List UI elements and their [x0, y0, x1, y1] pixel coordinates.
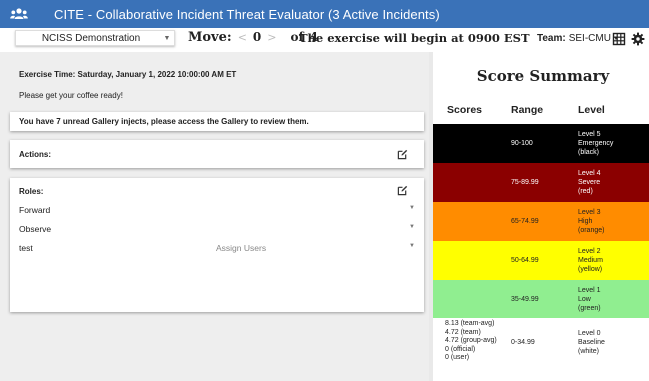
gallery-notice-text: You have 7 unread Gallery injects, pleas…: [19, 117, 309, 126]
score-row: 50-64.99 Level 2 Medium (yellow): [433, 241, 649, 280]
level-number: Level 0: [578, 330, 601, 337]
baseline-range: 0-34.99: [511, 339, 535, 346]
level-color: (green): [578, 305, 601, 312]
role-row-forward[interactable]: Forward ▼: [19, 205, 415, 215]
toolbar: NCISS Demonstration ▼ Move: < 0 > of 4 T…: [0, 28, 649, 50]
level-number: Level 3: [578, 209, 601, 216]
level-number: Level 1: [578, 287, 601, 294]
score-row: 75-89.99 Level 4 Severe (red): [433, 163, 649, 202]
score-level: Level 2 Medium (yellow): [578, 247, 603, 274]
level-number: Level 4: [578, 170, 601, 177]
role-row-test[interactable]: test Assign Users ▼: [19, 243, 415, 253]
score-row: 90-100 Level 5 Emergency (black): [433, 124, 649, 163]
level-name: Emergency: [578, 140, 614, 147]
team-select[interactable]: Team: SEI-CMU ▼: [537, 33, 619, 44]
team-label: Team:: [537, 33, 566, 44]
score-group-avg: 4.72 (group-avg): [445, 337, 497, 345]
caret-down-icon: ▼: [163, 34, 171, 42]
app-header: CITE - Collaborative Incident Threat Eva…: [0, 0, 649, 28]
scenario-select-value: NCISS Demonstration: [41, 32, 141, 44]
score-level: Level 1 Low (green): [578, 286, 601, 313]
scenario-select[interactable]: NCISS Demonstration ▼: [15, 30, 175, 46]
level-color: (white): [578, 348, 600, 355]
move-label: Move:: [188, 30, 232, 45]
score-level: Level 5 Emergency (black): [578, 130, 613, 157]
level-name: High: [578, 218, 593, 225]
edit-icon[interactable]: [397, 185, 408, 196]
gallery-notice[interactable]: You have 7 unread Gallery injects, pleas…: [10, 112, 424, 131]
score-summary-title: Score Summary: [476, 67, 610, 85]
move-next-button[interactable]: >: [267, 31, 276, 44]
level-name: Severe: [578, 179, 601, 186]
app-title: CITE - Collaborative Incident Threat Eva…: [54, 6, 440, 22]
score-official: 0 (official): [445, 345, 476, 353]
score-level: Level 4 Severe (red): [578, 169, 601, 196]
level-color: (black): [578, 149, 600, 156]
score-row-baseline: 8.13 (team-avg) 4.72 (team) 4.72 (group-…: [433, 318, 649, 368]
score-range: 75-89.99: [511, 179, 539, 186]
scores-header: Scores: [447, 104, 483, 116]
level-name: Baseline: [578, 339, 605, 346]
role-row-observe[interactable]: Observe ▼: [19, 224, 415, 234]
level-color: (yellow): [578, 266, 603, 273]
move-current: 0: [252, 30, 262, 44]
actions-card: Actions:: [10, 140, 424, 168]
score-summary-panel: Score Summary Scores Range Level 90-100 L…: [429, 52, 649, 381]
score-level: Level 3 High (orange): [578, 208, 604, 235]
caret-down-icon[interactable]: ▼: [409, 243, 415, 249]
score-team: 4.72 (team): [445, 328, 481, 336]
score-range: 35-49.99: [511, 296, 539, 303]
team-value: SEI-CMU: [568, 33, 611, 44]
score-row: 35-49.99 Level 1 Low (green): [433, 280, 649, 319]
assign-users-select[interactable]: Assign Users: [216, 243, 266, 253]
exercise-start-message: The exercise will begin at 0900 EST: [299, 31, 530, 45]
level-number: Level 2: [578, 248, 601, 255]
role-name: Observe: [19, 224, 52, 234]
caret-down-icon[interactable]: ▼: [409, 205, 415, 211]
roles-card: Roles: Forward ▼ Observe ▼ test Assign U…: [10, 178, 424, 312]
baseline-scores: 8.13 (team-avg) 4.72 (team) 4.72 (group-…: [445, 320, 497, 363]
level-color: (orange): [578, 227, 605, 234]
score-range: 90-100: [511, 140, 533, 147]
move-prev-button[interactable]: <: [238, 31, 247, 44]
level-header: Level: [578, 104, 605, 116]
level-name: Medium: [578, 257, 603, 264]
exercise-time: Exercise Time: Saturday, January 1, 2022…: [19, 70, 237, 79]
score-range: 50-64.99: [511, 257, 539, 264]
baseline-level: Level 0 Baseline (white): [578, 329, 605, 356]
exercise-message: Please get your coffee ready!: [19, 91, 123, 100]
score-range: 65-74.99: [511, 218, 539, 225]
exercise-panel: Exercise Time: Saturday, January 1, 2022…: [0, 52, 429, 381]
score-team-avg: 8.13 (team-avg): [445, 320, 495, 327]
level-color: (red): [578, 188, 593, 195]
score-table-header: Scores Range Level: [433, 104, 649, 118]
role-name: Forward: [19, 205, 51, 215]
level-name: Low: [578, 296, 591, 303]
score-user: 0 (user): [445, 354, 470, 362]
actions-title: Actions:: [19, 150, 51, 159]
team-icon[interactable]: [6, 0, 32, 28]
grid-icon[interactable]: [612, 32, 626, 46]
gear-icon[interactable]: [631, 32, 645, 46]
level-number: Level 5: [578, 131, 601, 138]
range-header: Range: [511, 104, 544, 116]
caret-down-icon[interactable]: ▼: [409, 224, 415, 230]
score-row: 65-74.99 Level 3 High (orange): [433, 202, 649, 241]
roles-title: Roles:: [19, 187, 44, 196]
edit-icon[interactable]: [397, 149, 408, 160]
